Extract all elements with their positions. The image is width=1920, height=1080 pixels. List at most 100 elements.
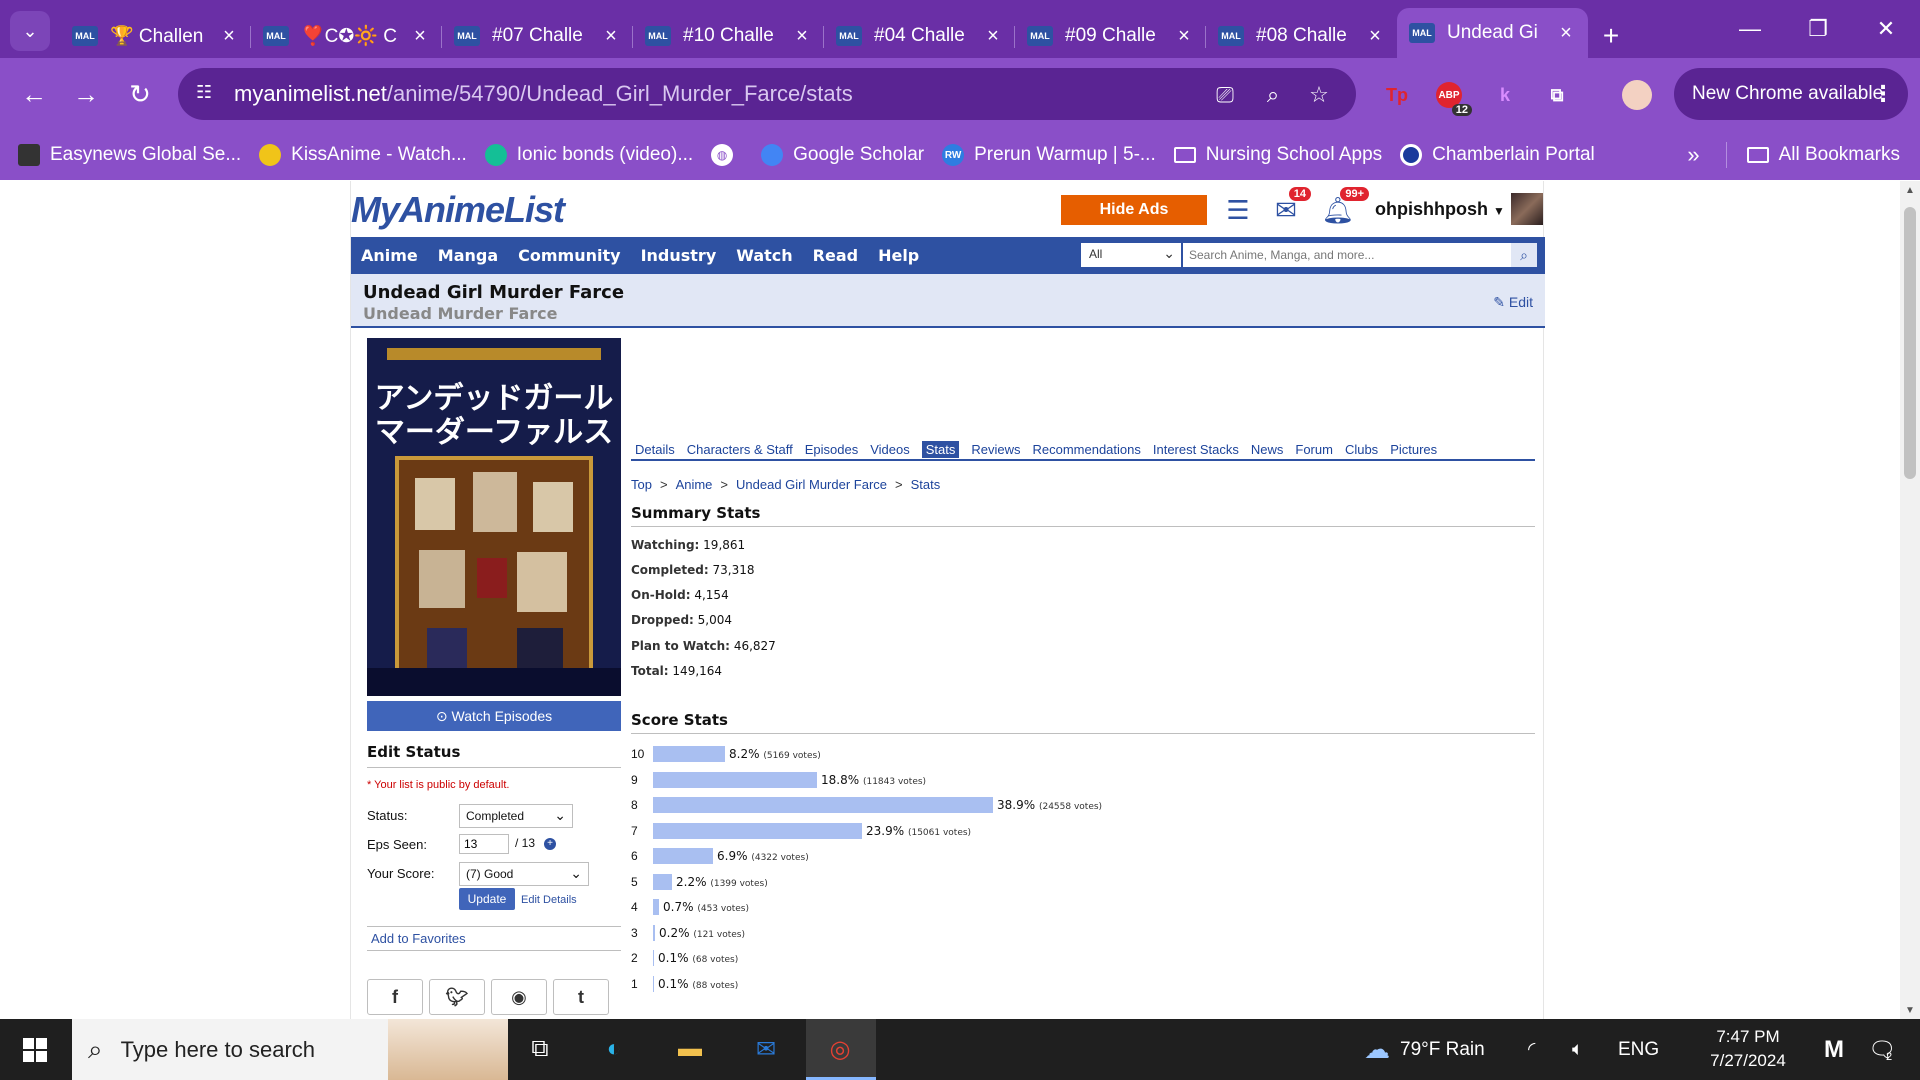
tab-characters-staff[interactable]: Characters & Staff [687,442,793,457]
update-button[interactable]: Update [459,888,515,910]
close-icon[interactable]: × [1174,25,1194,48]
forward-button[interactable]: → [66,74,106,114]
score-select[interactable]: (7) Good ⌄ [459,862,589,886]
tab-recommendations[interactable]: Recommendations [1032,442,1140,457]
volume-icon[interactable]: 🔈︎ [1572,1019,1583,1080]
reload-button[interactable]: ↻ [120,74,160,114]
bookmark-star-icon[interactable]: ☆ [1304,80,1334,110]
install-app-icon[interactable]: ⎚ [1210,80,1240,110]
search-button[interactable]: ⌕ [1511,243,1537,267]
scroll-down-icon[interactable]: ▼ [1904,1005,1916,1017]
bookmark-item[interactable]: RW Prerun Warmup | 5-... [942,144,1156,166]
browser-tab[interactable]: MAL 🏆 Challen × [60,14,251,58]
language-indicator[interactable]: ENG [1618,1019,1659,1080]
tp-extension-icon[interactable]: Tp [1380,78,1414,112]
tab-details[interactable]: Details [635,442,675,457]
browser-tab[interactable]: MAL #08 Challe × [1206,14,1397,58]
profile-avatar[interactable] [1620,78,1654,112]
menu-read[interactable]: Read [813,246,858,265]
menu-manga[interactable]: Manga [438,246,498,265]
minimize-button[interactable]: — [1716,0,1784,58]
bookmark-item[interactable]: Google Scholar [761,144,924,166]
search-scope-select[interactable]: All ⌄ [1081,243,1181,267]
weather-widget[interactable]: ☁ 79°F Rain [1364,1019,1485,1080]
file-explorer-icon[interactable]: ▬ [668,1027,712,1071]
breadcrumb-anime[interactable]: Anime [676,477,713,492]
browser-tab[interactable]: MAL #10 Challe × [633,14,824,58]
close-icon[interactable]: × [410,25,430,48]
new-tab-button[interactable]: + [1588,14,1634,58]
bookmark-item[interactable]: Chamberlain Portal [1400,144,1595,166]
url-text[interactable]: myanimelist.net/anime/54790/Undead_Girl_… [234,81,853,107]
clock[interactable]: 7:47 PM 7/27/2024 [1688,1025,1808,1073]
scroll-up-icon[interactable]: ▲ [1904,185,1916,197]
vertical-scrollbar[interactable]: ▲ ▼ [1900,181,1920,1019]
add-to-favorites-link[interactable]: Add to Favorites [367,926,621,951]
restore-button[interactable]: ❐ [1784,0,1852,58]
mail-icon[interactable]: ✉ 14 [1269,187,1311,227]
hide-ads-button[interactable]: Hide Ads [1061,195,1207,225]
start-button[interactable] [0,1019,70,1080]
reddit-share-button[interactable]: ◉ [491,979,547,1015]
status-select[interactable]: Completed ⌄ [459,804,573,828]
breadcrumb-title[interactable]: Undead Girl Murder Farce [736,477,887,492]
tab-news[interactable]: News [1251,442,1284,457]
facebook-share-button[interactable]: f [367,979,423,1015]
extensions-puzzle-icon[interactable]: ⧉ [1540,78,1574,112]
bookmark-folder[interactable]: Nursing School Apps [1173,144,1382,166]
browser-tab-active[interactable]: MAL Undead Gi × [1397,8,1588,58]
chrome-update-button[interactable]: New Chrome available ⋮ [1674,68,1908,120]
bookmark-item[interactable]: ◍ [711,144,743,166]
browser-tab[interactable]: MAL #04 Challe × [824,14,1015,58]
tab-interest-stacks[interactable]: Interest Stacks [1153,442,1239,457]
mal-tray-icon[interactable]: M [1824,1019,1844,1080]
close-icon[interactable]: × [792,25,812,48]
close-icon[interactable]: × [219,25,239,48]
browser-tab[interactable]: MAL #07 Challe × [442,14,633,58]
search-input[interactable]: Search Anime, Manga, and more... [1183,243,1511,267]
close-icon[interactable]: × [1365,25,1385,48]
mal-logo[interactable]: MyAnimeList [351,189,565,231]
taskbar-search[interactable]: ⌕ Type here to search [72,1019,508,1080]
twitter-share-button[interactable]: 🐦︎ [429,979,485,1015]
breadcrumb-top[interactable]: Top [631,477,652,492]
tab-reviews[interactable]: Reviews [971,442,1020,457]
edit-link[interactable]: ✎ Edit [1493,294,1533,311]
breadcrumb-stats[interactable]: Stats [911,477,941,492]
tab-videos[interactable]: Videos [870,442,910,457]
tab-search-button[interactable]: ⌄ [10,11,50,51]
all-bookmarks-button[interactable]: All Bookmarks [1779,144,1900,166]
browser-tab[interactable]: MAL ❣️C✪🔆 C × [251,14,442,58]
close-icon[interactable]: × [601,25,621,48]
chevron-right-icon[interactable]: » [1687,142,1699,168]
zoom-icon[interactable]: ⌕ [1258,80,1288,110]
k-extension-icon[interactable]: k [1488,78,1522,112]
tab-clubs[interactable]: Clubs [1345,442,1378,457]
tab-stats[interactable]: Stats [921,440,960,458]
user-menu[interactable]: ohpishhposh ▼ [1375,199,1505,220]
extension-badge-icon[interactable]: ABP 12 [1432,78,1472,116]
close-icon[interactable]: × [983,25,1003,48]
close-window-button[interactable]: ✕ [1852,0,1920,58]
watch-episodes-button[interactable]: ⊙ Watch Episodes [367,701,621,731]
menu-anime[interactable]: Anime [361,246,418,265]
increment-icon[interactable]: + [544,838,556,850]
anime-poster[interactable]: アンデッドガール マーダーファルス [367,338,621,696]
bell-icon[interactable]: 🔔︎ 99+ [1321,187,1369,227]
tumblr-share-button[interactable]: t [553,979,609,1015]
close-icon[interactable]: × [1556,22,1576,45]
wifi-icon[interactable]: ◜ [1528,1019,1535,1080]
tab-pictures[interactable]: Pictures [1390,442,1437,457]
tab-forum[interactable]: Forum [1295,442,1333,457]
back-button[interactable]: ← [14,74,54,114]
browser-tab[interactable]: MAL #09 Challe × [1015,14,1206,58]
site-info-icon[interactable]: ☷ [196,82,220,106]
edit-details-link[interactable]: Edit Details [521,894,577,906]
mail-app-icon[interactable]: ✉ [744,1027,788,1071]
menu-help[interactable]: Help [878,246,919,265]
scrollbar-thumb[interactable] [1904,207,1916,479]
avatar[interactable] [1511,193,1543,225]
action-center-button[interactable]: 🗨︎ 2 [1868,1019,1896,1080]
eps-seen-input[interactable]: 13 [459,834,509,854]
menu-community[interactable]: Community [518,246,620,265]
